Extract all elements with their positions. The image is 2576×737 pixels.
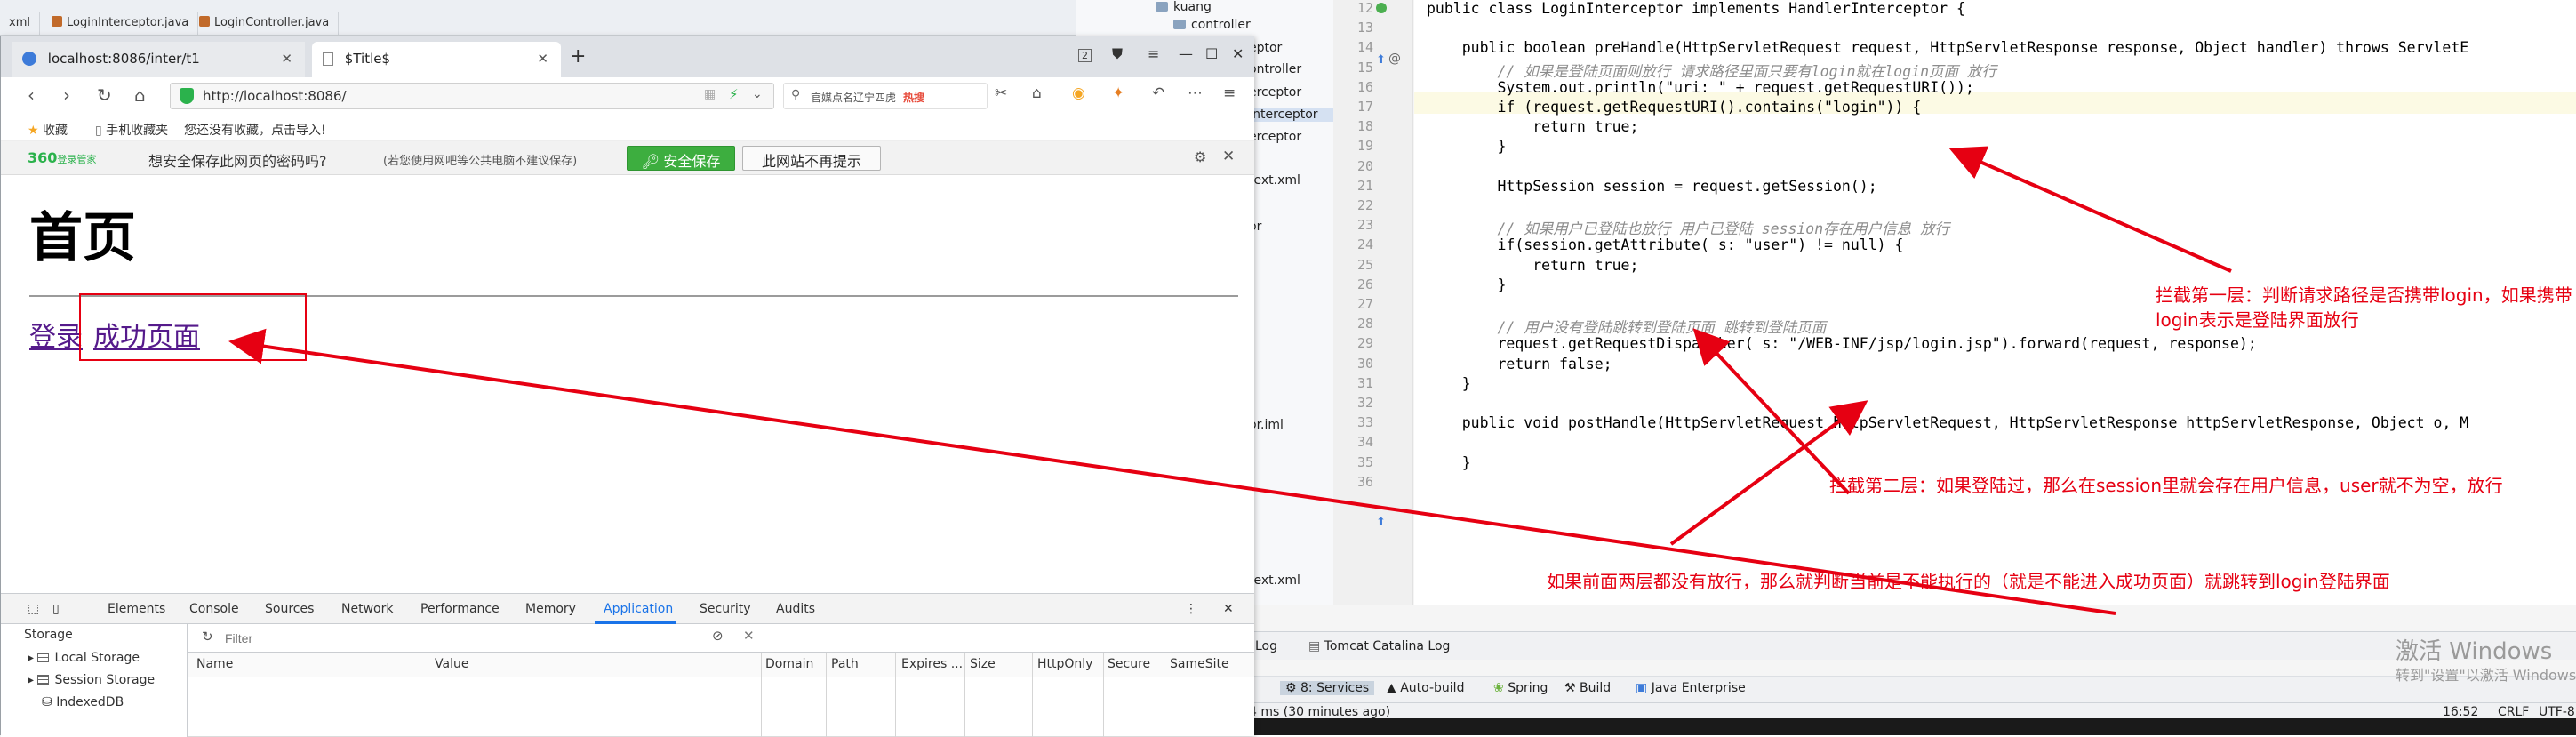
annotation-arrows bbox=[228, 146, 2232, 615]
arrow-to-dispatcher bbox=[1669, 400, 1868, 546]
arrow-to-login-check bbox=[1948, 146, 2232, 273]
